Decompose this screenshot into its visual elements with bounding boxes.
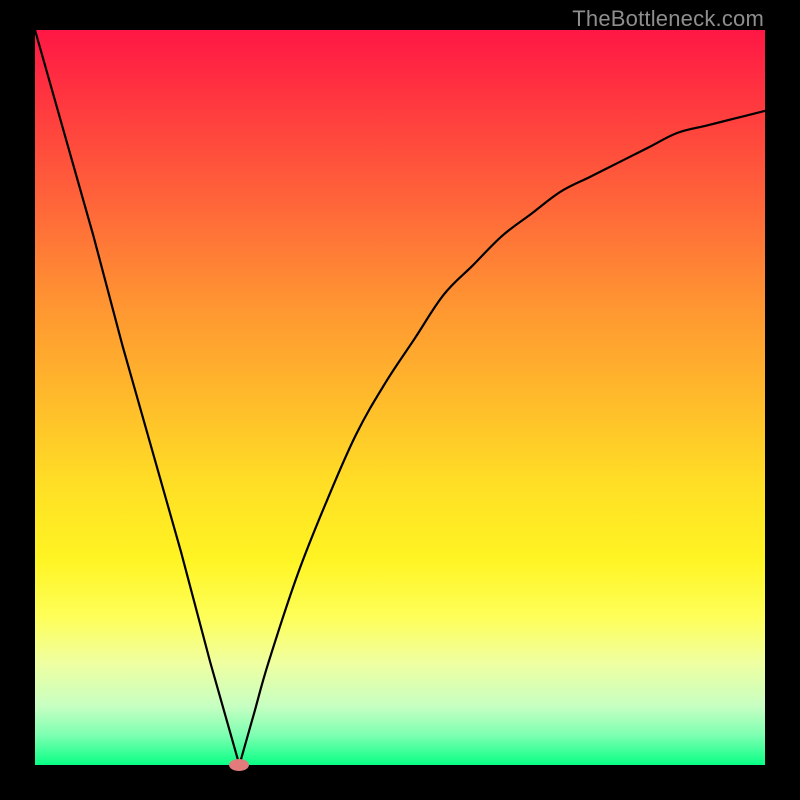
bottleneck-curve	[35, 30, 765, 765]
plot-area	[35, 30, 765, 765]
watermark-text: TheBottleneck.com	[572, 6, 764, 32]
chart-frame: TheBottleneck.com	[0, 0, 800, 800]
optimum-marker	[229, 759, 249, 771]
